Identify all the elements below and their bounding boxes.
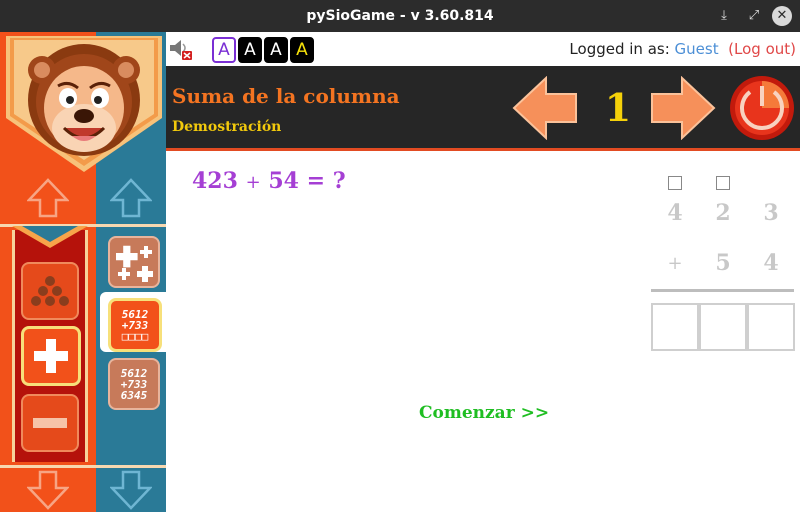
- equals-sign: =: [306, 168, 326, 194]
- carry-box[interactable]: [716, 176, 730, 190]
- digit-bottom-3: 4: [763, 250, 779, 276]
- sound-off-icon[interactable]: [168, 37, 194, 61]
- icon-row: □□□□: [121, 329, 149, 343]
- power-icon[interactable]: [728, 74, 796, 142]
- icon-row: 6345: [120, 388, 148, 402]
- plus-plus-icon: [116, 245, 153, 282]
- plus-icon: [34, 339, 68, 373]
- plus-sign: +: [245, 172, 261, 193]
- category-up-arrow-icon[interactable]: [20, 176, 76, 220]
- category-down-arrow-icon[interactable]: [20, 468, 76, 512]
- panel-ribbon-icon: [12, 226, 88, 248]
- question-mark: ?: [332, 168, 346, 194]
- digit-top-3: 3: [763, 200, 779, 226]
- icon-row: 5612: [120, 366, 148, 380]
- level-number: 1: [604, 85, 632, 130]
- maximize-icon[interactable]: ⤢: [744, 6, 764, 26]
- game-add-sub-button[interactable]: [108, 236, 160, 288]
- top-toolbar: A A A A Logged in as: Guest (Log out): [166, 32, 800, 68]
- font-size-a4-button[interactable]: A: [290, 37, 314, 63]
- balls-icon: [31, 276, 69, 306]
- login-status: Logged in as: Guest (Log out): [569, 40, 796, 58]
- next-level-icon[interactable]: [650, 75, 716, 141]
- game-up-arrow-icon[interactable]: [106, 176, 156, 220]
- game-column-sum-button[interactable]: 5612 +733 6345: [108, 358, 160, 410]
- answer-box[interactable]: [699, 303, 747, 351]
- digit-top-1: 4: [667, 200, 683, 226]
- lion-logo: [6, 36, 162, 172]
- digit-bottom-2: 5: [715, 250, 731, 276]
- game-title: Suma de la columna: [172, 84, 400, 108]
- game-column-addition-button[interactable]: 5612 +733 □□□□: [108, 298, 162, 352]
- font-size-a3-button[interactable]: A: [264, 37, 288, 63]
- digit-top-2: 2: [715, 200, 731, 226]
- game-down-arrow-icon[interactable]: [106, 468, 156, 512]
- sidebar: 5612 +733 □□□□ 5612 +733 6345: [0, 32, 166, 512]
- answer-box[interactable]: [651, 303, 699, 351]
- logged-in-label: Logged in as:: [569, 40, 670, 58]
- category-addition-button[interactable]: [21, 326, 81, 386]
- logout-link[interactable]: (Log out): [728, 40, 796, 58]
- operand-a: 423: [192, 168, 238, 194]
- category-panel: [12, 226, 88, 462]
- minimize-icon[interactable]: ⤓: [714, 6, 734, 26]
- start-link[interactable]: Comenzar >>: [419, 403, 549, 423]
- font-size-a1-button[interactable]: A: [212, 37, 236, 63]
- icon-row: +733: [121, 318, 149, 332]
- answer-box[interactable]: [747, 303, 795, 351]
- game-header: Suma de la columna Demostración 1: [166, 66, 800, 151]
- window-titlebar: pySioGame - v 3.60.814 ⤓ ⤢ ✕: [0, 0, 800, 32]
- plus-sign: +: [667, 253, 683, 274]
- icon-row: +733: [120, 377, 148, 391]
- window-title: pySioGame - v 3.60.814: [306, 8, 494, 24]
- previous-level-icon[interactable]: [512, 75, 578, 141]
- close-icon[interactable]: ✕: [772, 6, 792, 26]
- operand-b: 54: [268, 168, 299, 194]
- sum-line: [651, 289, 794, 292]
- font-size-a2-button[interactable]: A: [238, 37, 262, 63]
- carry-box[interactable]: [668, 176, 682, 190]
- category-subtraction-button[interactable]: [21, 394, 79, 452]
- game-subtitle: Demostración: [172, 119, 282, 135]
- question-text: 423 + 54 = ?: [192, 168, 346, 194]
- minus-icon: [33, 418, 67, 428]
- icon-row: 5612: [121, 307, 149, 321]
- category-counting-button[interactable]: [21, 262, 79, 320]
- user-link[interactable]: Guest: [675, 40, 719, 58]
